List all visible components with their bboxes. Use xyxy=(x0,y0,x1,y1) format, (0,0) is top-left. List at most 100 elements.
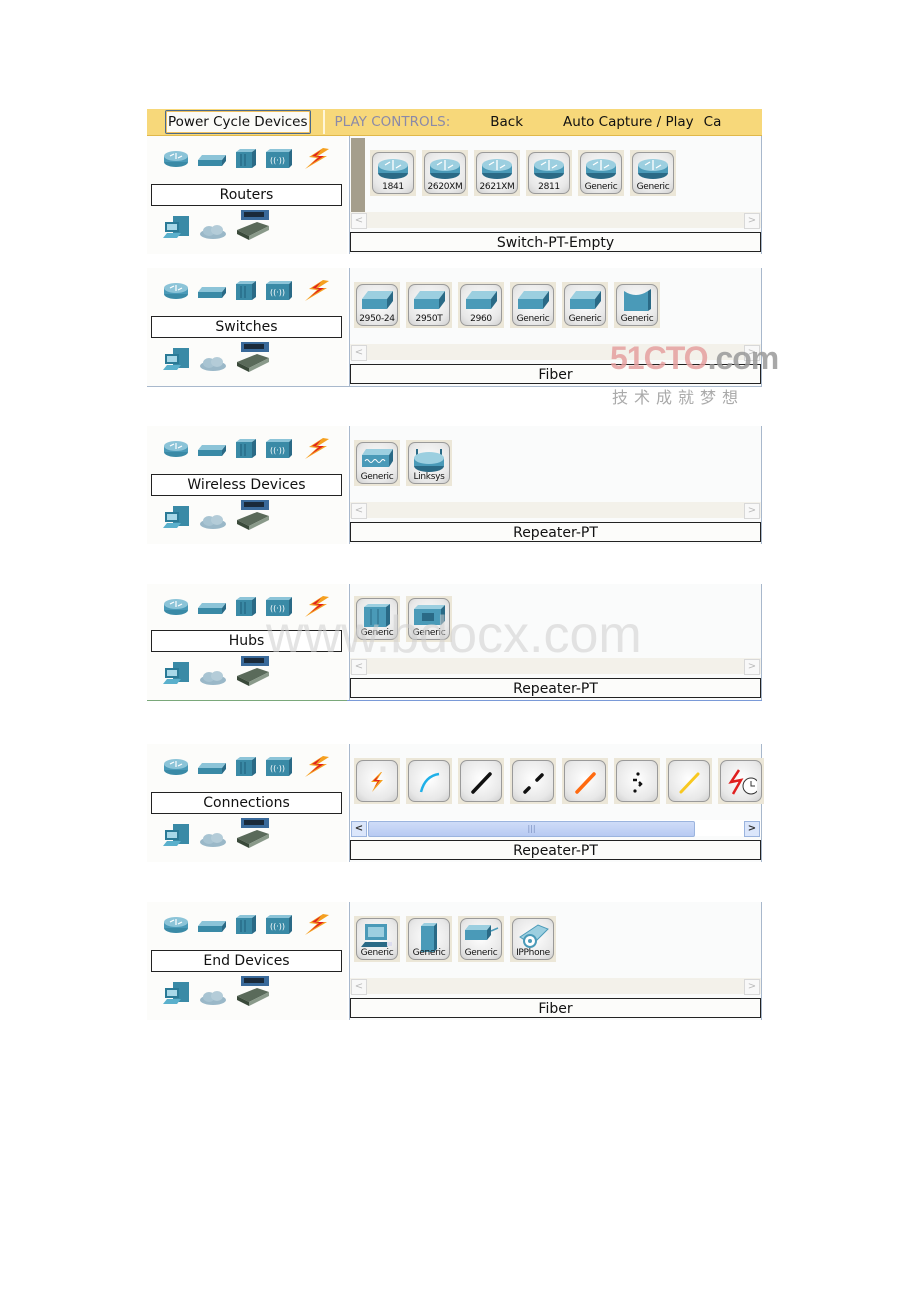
scroll-left-arrow-icon[interactable]: < xyxy=(351,345,367,361)
switch-icon[interactable] xyxy=(197,760,227,779)
switch-icon[interactable] xyxy=(197,918,227,937)
router-icon[interactable] xyxy=(163,916,189,938)
hub-icon[interactable] xyxy=(235,757,257,781)
router-icon: 2811 xyxy=(528,152,570,194)
connection-icon xyxy=(356,760,398,802)
end-icon: Generic xyxy=(356,918,398,960)
switch-icon[interactable] xyxy=(197,442,227,461)
device-model-button[interactable]: IPPhone xyxy=(510,916,556,962)
auto-capture-play-button[interactable]: Auto Capture / Play xyxy=(563,114,694,130)
custom-device-icon[interactable] xyxy=(235,976,271,1010)
hub-icon[interactable] xyxy=(235,281,257,305)
custom-device-icon[interactable] xyxy=(235,342,271,376)
scrollbar-thumb[interactable]: ||| xyxy=(368,821,695,837)
power-cycle-devices-button[interactable]: Power Cycle Devices xyxy=(165,110,311,134)
horizontal-scrollbar[interactable]: < > xyxy=(350,978,761,995)
end-device-icon[interactable] xyxy=(163,216,191,244)
connection-icon[interactable] xyxy=(301,280,331,306)
end-device-icon[interactable] xyxy=(163,506,191,534)
scroll-right-arrow-icon[interactable]: > xyxy=(744,659,760,675)
device-model-button[interactable]: Generic xyxy=(354,440,400,486)
wireless-icon[interactable]: ((·)) xyxy=(265,149,293,173)
device-model-button[interactable]: 1841 xyxy=(370,150,416,196)
device-model-button[interactable]: 2960 xyxy=(458,282,504,328)
device-model-button[interactable]: Generic xyxy=(630,150,676,196)
scroll-right-arrow-icon[interactable]: > xyxy=(744,821,760,837)
custom-device-icon[interactable] xyxy=(235,210,271,244)
connection-icon[interactable] xyxy=(301,914,331,940)
hub-icon[interactable] xyxy=(235,439,257,463)
connection-type-button[interactable] xyxy=(666,758,712,804)
connection-type-button[interactable] xyxy=(614,758,660,804)
device-list-panel: Generic Linksys < > Repeater-PT xyxy=(349,426,762,544)
scroll-left-arrow-icon[interactable]: < xyxy=(351,213,367,229)
device-model-button[interactable]: 2621XM xyxy=(474,150,520,196)
scroll-right-arrow-icon[interactable]: > xyxy=(744,213,760,229)
device-model-button[interactable]: 2811 xyxy=(526,150,572,196)
switch-icon[interactable] xyxy=(197,152,227,171)
end-device-icon[interactable] xyxy=(163,824,191,852)
horizontal-scrollbar[interactable]: < ||| > xyxy=(350,820,761,837)
cloud-icon[interactable] xyxy=(199,670,227,690)
custom-device-icon[interactable] xyxy=(235,818,271,852)
connection-icon[interactable] xyxy=(301,756,331,782)
connection-type-button[interactable] xyxy=(510,758,556,804)
hub-icon[interactable] xyxy=(235,149,257,173)
connection-icon xyxy=(720,760,762,802)
connection-type-button[interactable] xyxy=(406,758,452,804)
connection-type-button[interactable] xyxy=(458,758,504,804)
wireless-icon[interactable]: ((·)) xyxy=(265,281,293,305)
connection-icon[interactable] xyxy=(301,148,331,174)
wireless-icon[interactable]: ((·)) xyxy=(265,915,293,939)
connection-type-button[interactable] xyxy=(354,758,400,804)
cloud-icon[interactable] xyxy=(199,514,227,534)
cloud-icon[interactable] xyxy=(199,832,227,852)
scroll-left-arrow-icon[interactable]: < xyxy=(351,979,367,995)
hub-icon[interactable] xyxy=(235,915,257,939)
scroll-right-arrow-icon[interactable]: > xyxy=(744,979,760,995)
horizontal-scrollbar[interactable]: < > xyxy=(350,502,761,519)
category-label: End Devices xyxy=(151,950,342,972)
back-button[interactable]: Back xyxy=(490,114,523,130)
end-icon: Generic xyxy=(460,918,502,960)
router-icon[interactable] xyxy=(163,150,189,172)
device-model-button[interactable]: Generic xyxy=(578,150,624,196)
device-model-button[interactable]: Generic xyxy=(510,282,556,328)
switch-icon[interactable] xyxy=(197,284,227,303)
end-device-icon[interactable] xyxy=(163,348,191,376)
horizontal-scrollbar[interactable]: < > xyxy=(350,212,761,229)
connection-icon xyxy=(564,760,606,802)
device-model-button[interactable]: Generic xyxy=(458,916,504,962)
cloud-icon[interactable] xyxy=(199,990,227,1010)
scroll-left-arrow-icon[interactable]: < xyxy=(351,503,367,519)
custom-device-icon[interactable] xyxy=(235,500,271,534)
router-icon[interactable] xyxy=(163,758,189,780)
cloud-icon[interactable] xyxy=(199,224,227,244)
device-model-button[interactable]: Generic xyxy=(614,282,660,328)
switch-icon: 2960 xyxy=(460,284,502,326)
device-model-button[interactable]: 2950T xyxy=(406,282,452,328)
router-icon[interactable] xyxy=(163,440,189,462)
wireless-icon[interactable]: ((·)) xyxy=(265,757,293,781)
scroll-right-arrow-icon[interactable]: > xyxy=(744,503,760,519)
capture-forward-button[interactable]: Ca xyxy=(704,114,722,130)
device-model-button[interactable]: Generic xyxy=(354,916,400,962)
connection-type-button[interactable] xyxy=(562,758,608,804)
device-model-button[interactable]: Linksys xyxy=(406,440,452,486)
panel-divider-handle[interactable] xyxy=(351,138,365,212)
end-device-icon[interactable] xyxy=(163,982,191,1010)
router-icon[interactable] xyxy=(163,282,189,304)
connection-icon[interactable] xyxy=(301,438,331,464)
switch-icon[interactable] xyxy=(197,600,227,619)
connection-type-button[interactable] xyxy=(718,758,764,804)
router-icon[interactable] xyxy=(163,598,189,620)
device-model-button[interactable]: 2950-24 xyxy=(354,282,400,328)
hub-icon[interactable] xyxy=(235,597,257,621)
device-model-button[interactable]: Generic xyxy=(562,282,608,328)
wireless-icon[interactable]: ((·)) xyxy=(265,439,293,463)
device-model-button[interactable]: Generic xyxy=(406,916,452,962)
cloud-icon[interactable] xyxy=(199,356,227,376)
device-model-button[interactable]: 2620XM xyxy=(422,150,468,196)
scroll-left-arrow-icon[interactable]: < xyxy=(351,821,367,837)
end-device-icon[interactable] xyxy=(163,662,191,690)
